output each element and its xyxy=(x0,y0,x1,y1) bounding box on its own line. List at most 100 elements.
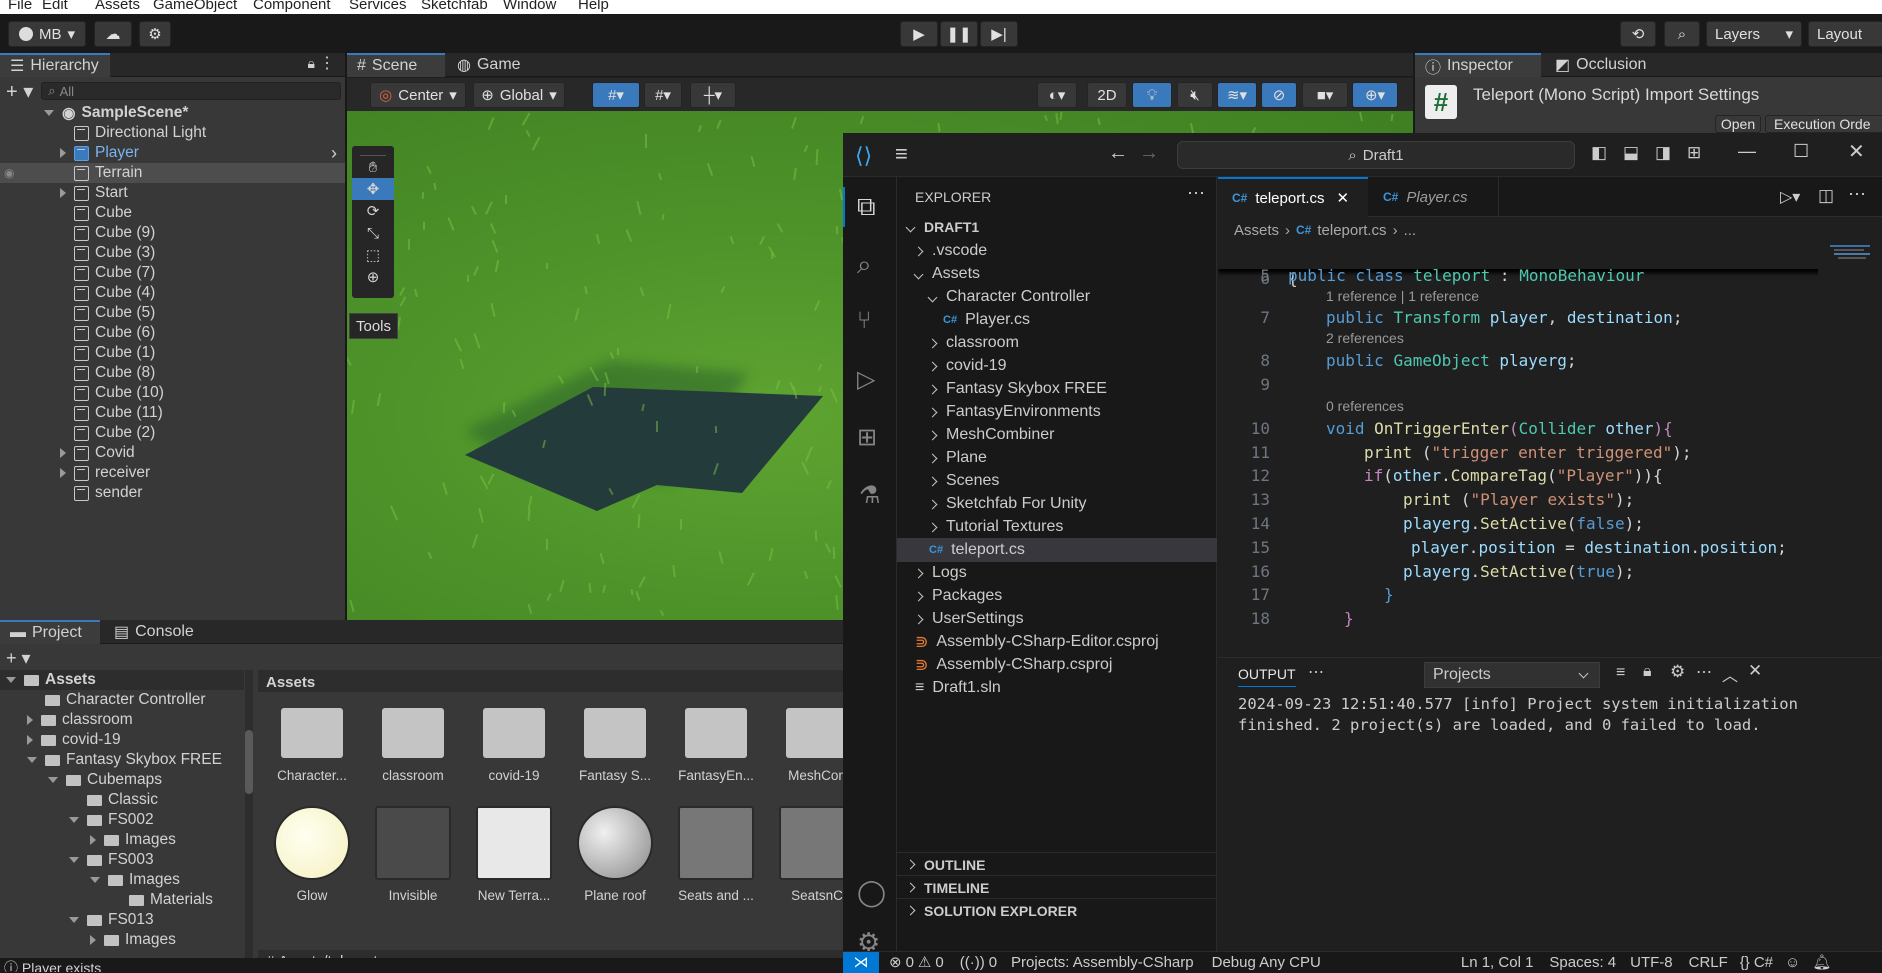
visibility-button[interactable]: ⊘ xyxy=(1261,82,1297,108)
toggle-secondary-sidebar-icon[interactable]: ◨ xyxy=(1655,143,1671,163)
play-button[interactable]: ▶ xyxy=(900,21,938,47)
explorer-item[interactable]: UserSettings xyxy=(897,607,1217,631)
hierarchy-item[interactable]: Cube (3) xyxy=(0,243,345,263)
more-actions-icon[interactable]: ⋯ xyxy=(1848,184,1866,205)
explorer-section[interactable]: TIMELINE xyxy=(897,875,1217,899)
explorer-item[interactable]: ⋑ Assembly-CSharp-Editor.csproj xyxy=(897,630,1217,654)
close-icon[interactable]: ✕ xyxy=(1848,139,1865,164)
hierarchy-item[interactable]: Terrain ◉ xyxy=(0,163,345,183)
output-channel-dropdown[interactable]: Projects xyxy=(1424,662,1600,688)
command-center-search[interactable]: ⌕ Draft1 xyxy=(1177,141,1575,169)
explorer-item[interactable]: Sketchfab For Unity xyxy=(897,492,1217,516)
indentation-status[interactable]: Spaces: 4 xyxy=(1549,954,1616,971)
cursor-position[interactable]: Ln 1, Col 1 xyxy=(1461,954,1534,971)
rect-tool-icon[interactable]: ⬚ xyxy=(352,244,394,266)
asset-item[interactable]: Seats and ... xyxy=(670,806,762,916)
explorer-item[interactable]: C# Player.cs xyxy=(897,308,1217,332)
menu-services[interactable]: Services xyxy=(349,0,407,13)
asset-folder[interactable]: MeshCon xyxy=(771,700,845,800)
more-actions-icon[interactable]: ⋯ xyxy=(1696,662,1712,682)
maximize-icon[interactable]: ☐ xyxy=(1793,141,1809,162)
chevron-down-icon[interactable] xyxy=(48,777,58,783)
tab-inspector[interactable]: ⓘ Inspector xyxy=(1415,53,1541,77)
notifications-bell-icon[interactable]: 🔔︎ xyxy=(1812,953,1831,971)
hierarchy-item[interactable]: Start xyxy=(0,183,345,203)
effects-button[interactable]: ≋▾ xyxy=(1217,82,1257,108)
explorer-item[interactable]: Tutorial Textures xyxy=(897,515,1217,539)
tab-game[interactable]: ◍ Game xyxy=(447,53,537,77)
hierarchy-item[interactable]: Cube (4) xyxy=(0,283,345,303)
chevron-right-icon[interactable] xyxy=(27,715,33,725)
shading-button[interactable]: ◐▾ xyxy=(1037,82,1077,108)
asset-folder[interactable]: Fantasy S... xyxy=(569,700,661,800)
asset-folder[interactable]: Character... xyxy=(266,700,358,800)
project-status[interactable]: Projects: Assembly-CSharp xyxy=(1011,954,1194,971)
lock-icon[interactable]: 🔒︎ xyxy=(308,55,315,72)
project-tree-item[interactable]: Cubemaps xyxy=(0,770,244,790)
chevron-right-icon[interactable] xyxy=(27,735,33,745)
explorer-item[interactable]: Assets xyxy=(897,262,1217,286)
project-tree-item[interactable]: FS013 xyxy=(0,910,244,930)
menu-gameobject[interactable]: GameObject xyxy=(153,0,237,13)
hierarchy-item[interactable]: Cube (9) xyxy=(0,223,345,243)
explorer-item[interactable]: Character Controller xyxy=(897,285,1217,309)
hierarchy-search-input[interactable]: ⌕ All xyxy=(41,82,341,100)
project-tree-item[interactable]: Images xyxy=(0,870,244,890)
expand-icon[interactable] xyxy=(60,148,66,158)
menu-sketchfab[interactable]: Sketchfab xyxy=(421,0,488,13)
project-tree-item[interactable]: Images xyxy=(0,930,244,950)
maximize-panel-icon[interactable]: ︿ xyxy=(1722,662,1738,686)
project-tree-item[interactable]: classroom xyxy=(0,710,244,730)
project-tree-item[interactable]: Classic xyxy=(0,790,244,810)
tab-output[interactable]: OUTPUT xyxy=(1238,666,1296,687)
language-status[interactable]: C# xyxy=(1754,954,1773,971)
explorer-item[interactable]: C# teleport.cs xyxy=(897,538,1217,562)
tab-player[interactable]: C# Player.cs xyxy=(1369,177,1499,217)
accounts-icon[interactable]: ◯ xyxy=(857,877,886,908)
tab-scene[interactable]: # Scene xyxy=(347,53,445,77)
explorer-item[interactable]: ⋑ Assembly-CSharp.csproj xyxy=(897,653,1217,677)
hierarchy-item[interactable]: Cube (11) xyxy=(0,403,345,423)
explorer-section[interactable]: OUTLINE xyxy=(897,852,1217,876)
layout-dropdown[interactable]: Layout xyxy=(1808,21,1882,47)
asset-item[interactable]: SeatsnC xyxy=(771,806,845,916)
more-icon[interactable]: ⋮ xyxy=(319,53,335,73)
project-tree-item[interactable]: Images xyxy=(0,830,244,850)
menu-file[interactable]: File xyxy=(8,0,32,13)
chevron-right-icon[interactable] xyxy=(90,935,96,945)
audio-button[interactable]: 🔇︎ xyxy=(1177,82,1213,108)
menu-help[interactable]: Help xyxy=(578,0,609,13)
extensions-icon[interactable]: ⊞ xyxy=(857,423,877,452)
encoding-status[interactable]: UTF-8 xyxy=(1630,954,1673,971)
chevron-down-icon[interactable] xyxy=(27,757,37,763)
hierarchy-item[interactable]: Cube (5) xyxy=(0,303,345,323)
hierarchy-item[interactable]: Player › xyxy=(0,143,345,163)
source-control-icon[interactable]: ⑂ xyxy=(857,307,871,335)
workspace-root[interactable]: DRAFT1 xyxy=(897,215,1217,239)
visibility-eye-icon[interactable]: ◉ xyxy=(4,166,14,180)
expand-icon[interactable] xyxy=(60,468,66,478)
cloud-button[interactable]: ☁ xyxy=(94,21,132,47)
project-tree-item[interactable]: FS003 xyxy=(0,850,244,870)
hierarchy-item[interactable]: Cube (10) xyxy=(0,383,345,403)
explorer-item[interactable]: Fantasy Skybox FREE xyxy=(897,377,1217,401)
codelens-references[interactable]: 1 reference | 1 reference xyxy=(1326,288,1479,304)
run-debug-icon[interactable]: ▷ xyxy=(857,365,875,394)
toggle-panel-icon[interactable]: ⬓ xyxy=(1623,143,1639,163)
hierarchy-item[interactable]: Cube (7) xyxy=(0,263,345,283)
close-panel-icon[interactable]: ✕ xyxy=(1748,661,1762,681)
copilot-icon[interactable]: ☺ xyxy=(1785,954,1800,971)
eol-status[interactable]: CRLF xyxy=(1689,954,1728,971)
forward-arrow-icon[interactable]: → xyxy=(1139,142,1159,165)
breadcrumb-file[interactable]: teleport.cs xyxy=(1317,222,1386,239)
breadcrumb-assets[interactable]: Assets xyxy=(266,674,315,691)
expand-icon[interactable] xyxy=(60,448,66,458)
tree-scrollbar[interactable] xyxy=(245,670,253,972)
chevron-right-icon[interactable]: › xyxy=(331,143,337,164)
tab-hierarchy[interactable]: ☰ Hierarchy xyxy=(0,53,110,77)
code-editor[interactable]: 5public class teleport : MonoBehaviour 6… xyxy=(1218,241,1818,657)
explorer-item[interactable]: MeshCombiner xyxy=(897,423,1217,447)
hierarchy-item[interactable]: Cube (6) xyxy=(0,323,345,343)
hierarchy-item[interactable]: Cube (8) xyxy=(0,363,345,383)
snap-increment-button[interactable]: #▾ xyxy=(644,82,682,108)
